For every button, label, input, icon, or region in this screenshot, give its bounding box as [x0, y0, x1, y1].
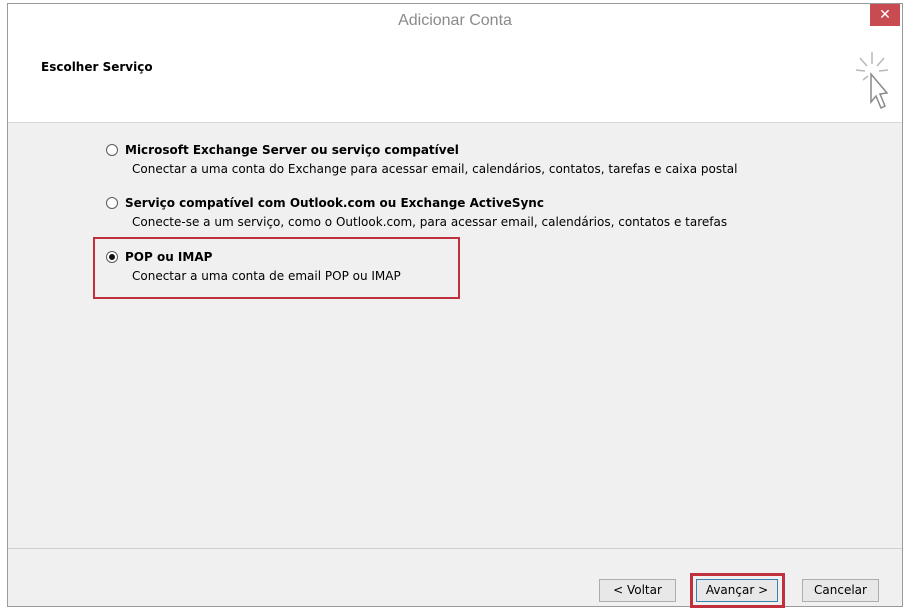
radio-exchange[interactable] — [106, 144, 118, 156]
radio-outlook-activesync[interactable] — [106, 197, 118, 209]
service-options: Microsoft Exchange Server ou serviço com… — [8, 122, 902, 556]
button-bar: < Voltar Avançar > Cancelar — [8, 548, 902, 608]
title-bar: Adicionar Conta ✕ — [8, 4, 902, 38]
close-button[interactable]: ✕ — [870, 4, 900, 26]
cancel-button[interactable]: Cancelar — [802, 579, 879, 602]
cursor-click-icon — [855, 52, 889, 110]
header-panel: Escolher Serviço — [8, 38, 902, 123]
option-label: Serviço compatível com Outlook.com ou Ex… — [125, 196, 544, 210]
add-account-dialog: Adicionar Conta ✕ Escolher Serviço Micro… — [7, 3, 903, 608]
option-description: Conectar a uma conta do Exchange para ac… — [132, 162, 738, 176]
window-title: Adicionar Conta — [398, 12, 512, 29]
page-title: Escolher Serviço — [41, 60, 153, 74]
option-description: Conecte-se a um serviço, como o Outlook.… — [132, 215, 728, 229]
option-label: Microsoft Exchange Server ou serviço com… — [125, 143, 459, 157]
highlight-annotation — [93, 237, 460, 299]
back-button[interactable]: < Voltar — [599, 579, 676, 602]
next-button[interactable]: Avançar > — [696, 579, 778, 602]
